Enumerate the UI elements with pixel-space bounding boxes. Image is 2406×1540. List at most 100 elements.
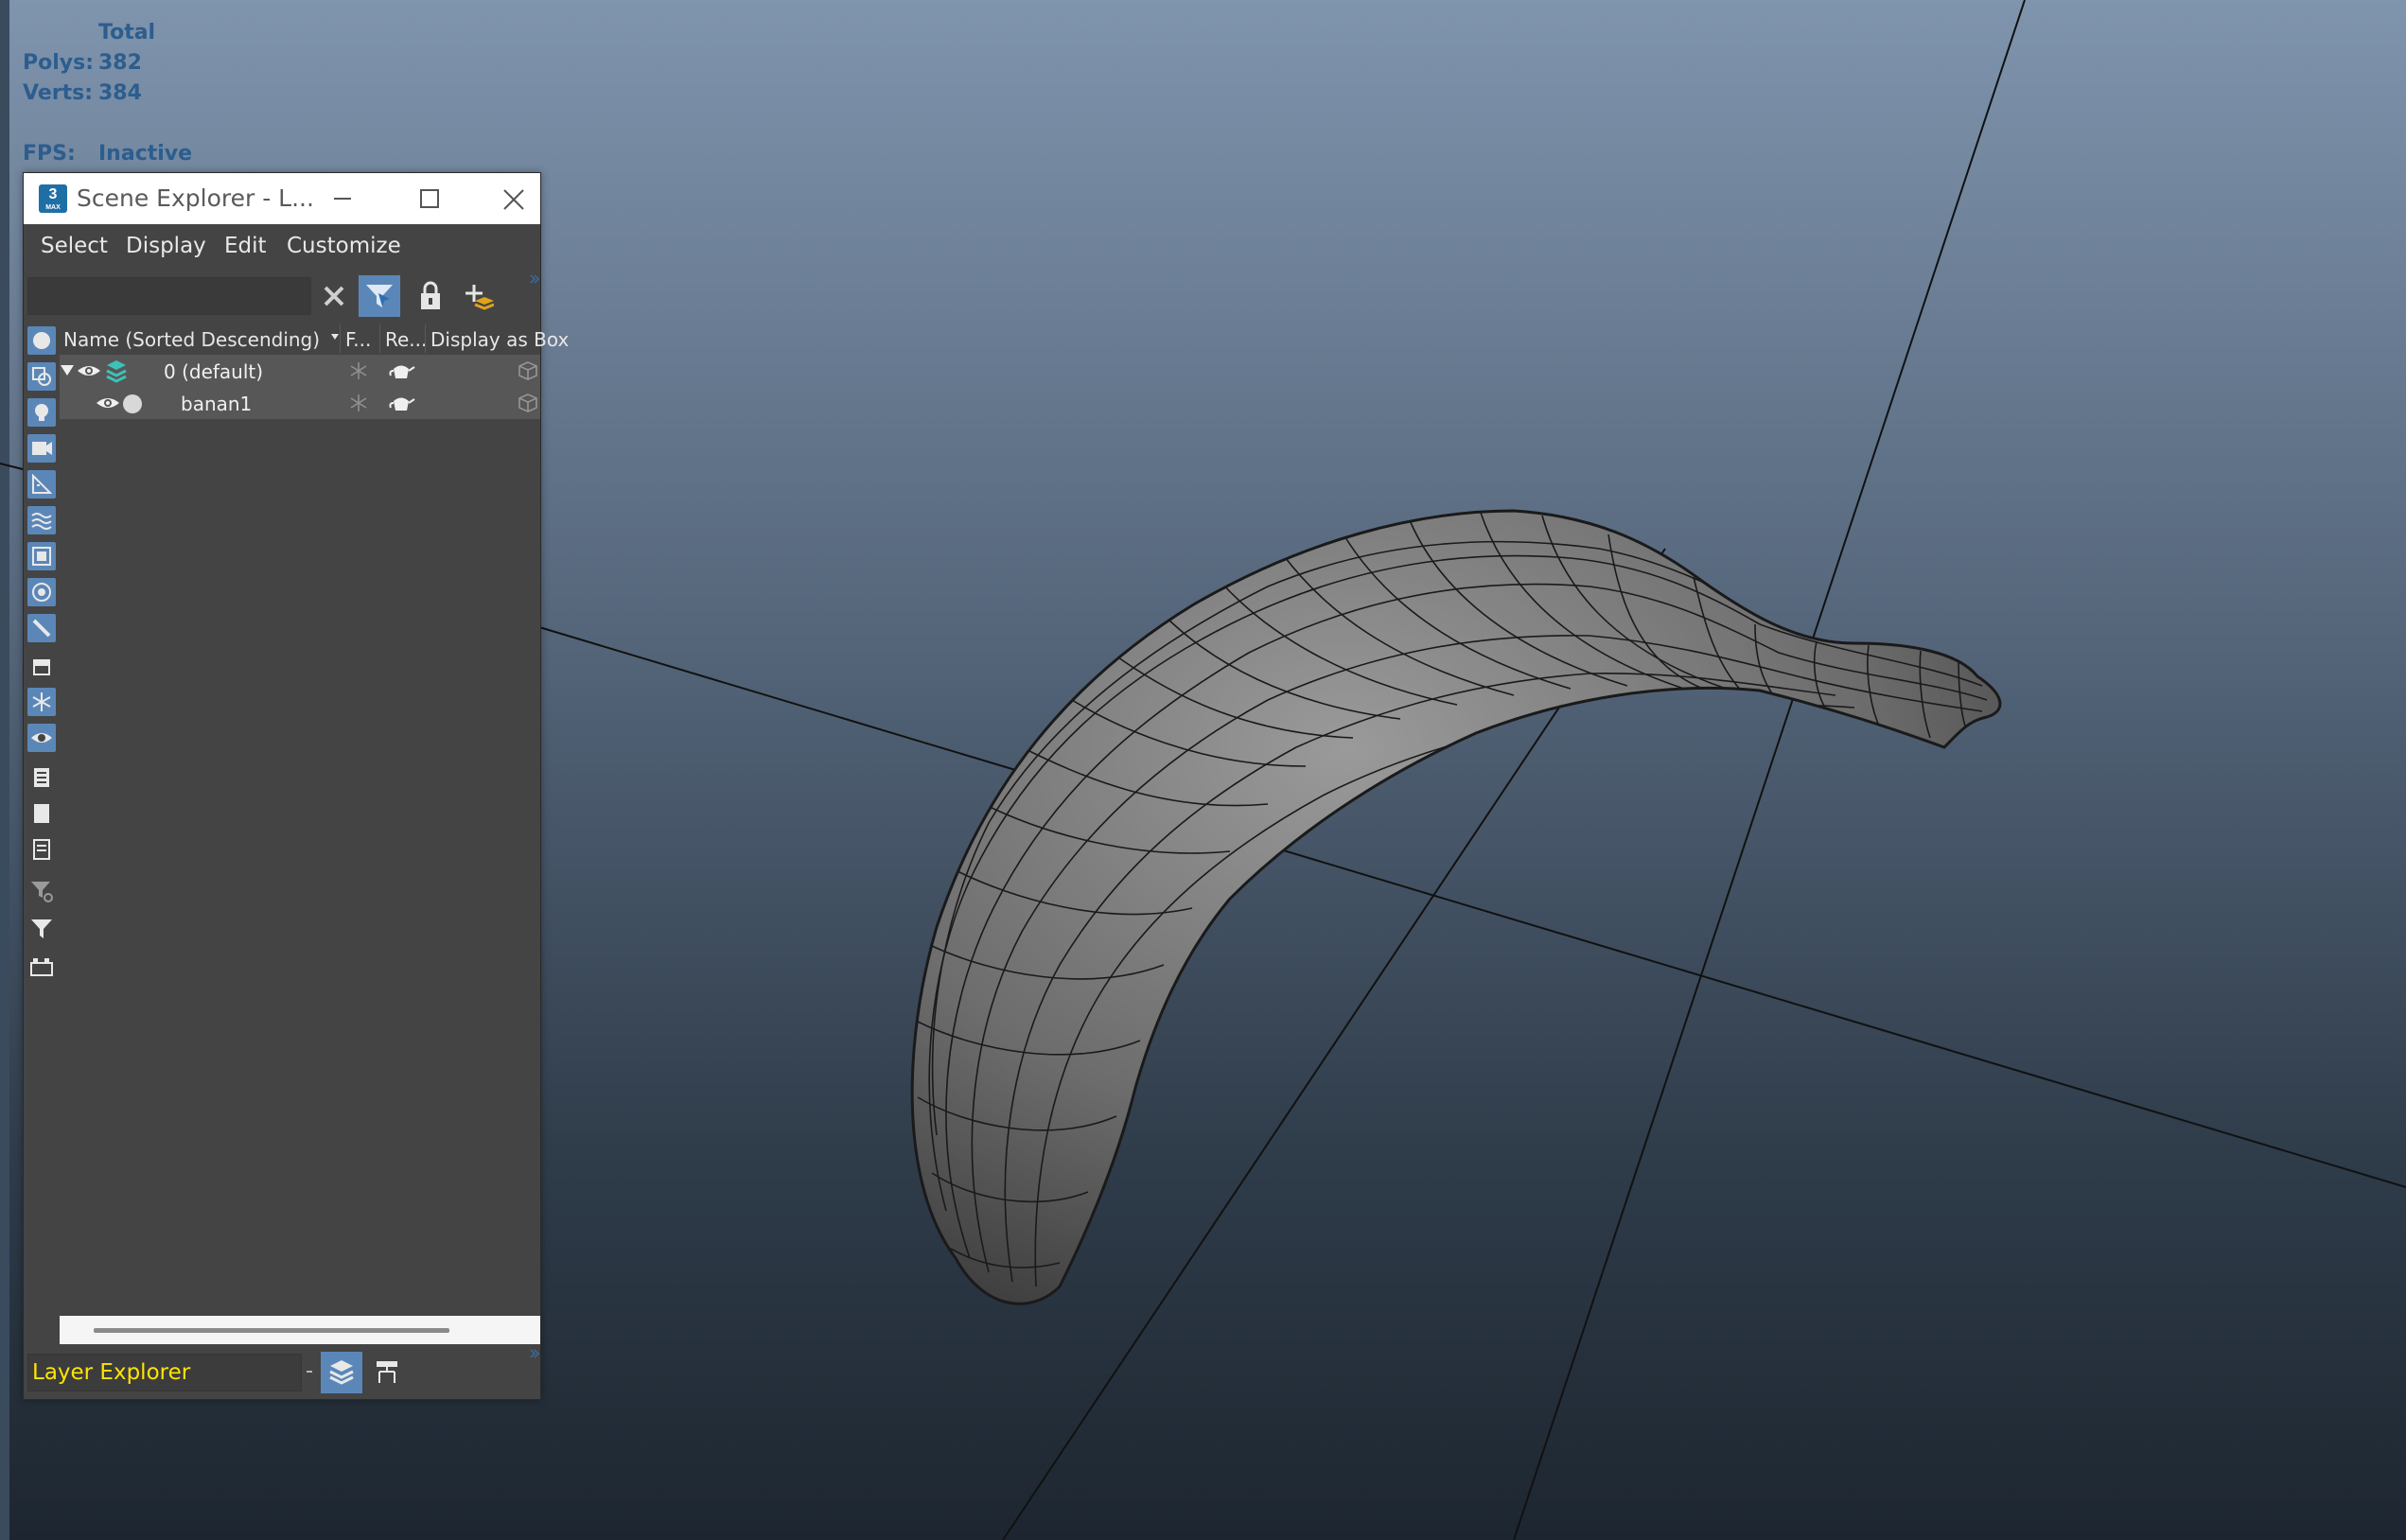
display-geometry-button[interactable] — [27, 326, 56, 355]
display-box-icon[interactable] — [518, 360, 538, 381]
display-shapes-button[interactable] — [27, 362, 56, 391]
layer-stack-icon — [106, 360, 127, 383]
minimize-button[interactable] — [313, 179, 370, 219]
scene-tree[interactable]: Name (Sorted Descending) F... Re... Disp… — [60, 323, 569, 1344]
visibility-eye-icon[interactable] — [77, 362, 101, 379]
select-all-icon — [34, 768, 49, 787]
explorer-name-field[interactable]: Layer Explorer — [27, 1354, 302, 1391]
tree-row-label: banan1 — [181, 393, 253, 415]
frozen-icon — [32, 692, 51, 711]
filter-icon — [31, 919, 52, 938]
close-button[interactable] — [487, 179, 540, 219]
container-icon — [33, 659, 50, 675]
frozen-toggle-icon[interactable] — [349, 394, 368, 412]
layer-hierarchy-button[interactable] — [27, 953, 56, 981]
helper-icon — [32, 474, 52, 494]
grid-line-1 — [1513, 0, 2026, 1540]
lock-button[interactable] — [410, 275, 451, 317]
stats-verts-label: Verts: — [23, 81, 94, 105]
bone-icon — [32, 619, 51, 638]
select-all-button[interactable] — [27, 763, 56, 792]
geometry-icon — [33, 332, 50, 349]
scene-explorer-window[interactable]: 3 MAX Scene Explorer - L... Select Displ… — [23, 172, 569, 1400]
display-lights-button[interactable] — [27, 398, 56, 427]
stats-polys-value: 382 — [98, 51, 142, 75]
shapes-icon — [32, 367, 51, 386]
display-xrefs-button[interactable] — [27, 578, 56, 606]
column-header: Name (Sorted Descending) F... Re... Disp… — [60, 323, 569, 355]
geometry-object-icon — [123, 394, 142, 413]
column-display-as-box[interactable]: Display as Box — [430, 328, 569, 351]
render-teapot-icon[interactable] — [387, 393, 415, 413]
render-teapot-icon[interactable] — [387, 360, 415, 381]
filter-toggle-button[interactable] — [27, 915, 56, 943]
add-layer-button[interactable] — [457, 275, 499, 317]
menu-display[interactable]: Display — [126, 234, 206, 258]
tree-row-layer-default[interactable]: 0 (default) — [60, 355, 540, 387]
menu-edit[interactable]: Edit — [224, 234, 267, 258]
lock-icon — [421, 281, 440, 309]
display-containers-button[interactable] — [27, 652, 56, 680]
menu-bar: Select Display Edit Customize — [24, 224, 540, 270]
maximize-icon — [420, 189, 439, 208]
minimize-icon — [334, 198, 351, 200]
display-helpers-button[interactable] — [27, 470, 56, 499]
column-render[interactable]: Re... — [385, 328, 427, 351]
stats-fps-label: FPS: — [23, 142, 76, 166]
stats-fps-value: Inactive — [98, 142, 193, 166]
explorer-bottom-bar: Layer Explorer — [24, 1346, 540, 1399]
layers-mode-button[interactable] — [321, 1352, 362, 1393]
close-icon — [503, 189, 524, 210]
window-titlebar[interactable]: 3 MAX Scene Explorer - L... — [24, 173, 540, 224]
tree-row-label: 0 (default) — [164, 360, 264, 383]
display-frozen-button[interactable] — [27, 688, 56, 716]
explorer-toolbar — [24, 270, 540, 323]
display-cameras-button[interactable] — [27, 434, 56, 463]
menu-select[interactable]: Select — [41, 234, 108, 258]
bottombar-overflow-icon — [530, 1349, 540, 1358]
column-frozen[interactable]: F... — [345, 328, 371, 351]
maximize-button[interactable] — [400, 179, 457, 219]
light-icon — [35, 404, 48, 421]
side-filter-strip — [24, 323, 60, 1344]
stats-verts-value: 384 — [98, 81, 142, 105]
clear-search-button[interactable] — [313, 275, 355, 317]
select-invert-button[interactable] — [27, 835, 56, 864]
explorer-dropdown-icon[interactable] — [306, 1369, 313, 1376]
display-bones-button[interactable] — [27, 614, 56, 642]
filter-select-button[interactable] — [359, 275, 400, 317]
frozen-toggle-icon[interactable] — [349, 361, 368, 380]
xref-icon — [32, 583, 51, 602]
stats-polys-label: Polys: — [23, 51, 95, 75]
app-badge-number: 3 — [48, 186, 58, 202]
window-title: Scene Explorer - L... — [77, 184, 314, 212]
menu-customize[interactable]: Customize — [287, 234, 401, 258]
search-input[interactable] — [27, 277, 311, 315]
camera-icon — [32, 442, 52, 455]
app-icon: 3 MAX — [39, 184, 67, 213]
tree-row-banan1[interactable]: banan1 — [60, 387, 540, 419]
3d-viewport[interactable]: Total Polys: 382 Verts: 384 FPS: Inactiv… — [0, 0, 2406, 1540]
layers-mode-icon — [329, 1360, 354, 1385]
group-icon — [32, 547, 51, 566]
display-spacewarps-button[interactable] — [27, 506, 56, 534]
scrollbar-thumb[interactable] — [94, 1328, 449, 1333]
visibility-eye-icon[interactable] — [96, 394, 120, 411]
sort-desc-icon — [331, 334, 339, 340]
filter-settings-button[interactable] — [27, 877, 56, 905]
select-invert-icon — [33, 839, 50, 860]
spacewarp-icon — [31, 513, 52, 530]
hierarchy-mode-button[interactable] — [366, 1352, 408, 1393]
column-name[interactable]: Name (Sorted Descending) — [63, 328, 320, 351]
select-none-icon — [34, 804, 49, 823]
expand-triangle-icon[interactable] — [60, 364, 75, 377]
stats-header: Total — [98, 21, 156, 44]
banana-mesh — [910, 509, 2002, 1305]
display-hidden-button[interactable] — [27, 724, 56, 752]
display-box-icon[interactable] — [518, 393, 538, 413]
hierarchy-mode-icon — [377, 1361, 397, 1383]
app-badge-sub: MAX — [45, 204, 61, 211]
horizontal-scrollbar[interactable] — [60, 1316, 540, 1344]
select-none-button[interactable] — [27, 799, 56, 828]
display-groups-button[interactable] — [27, 542, 56, 570]
